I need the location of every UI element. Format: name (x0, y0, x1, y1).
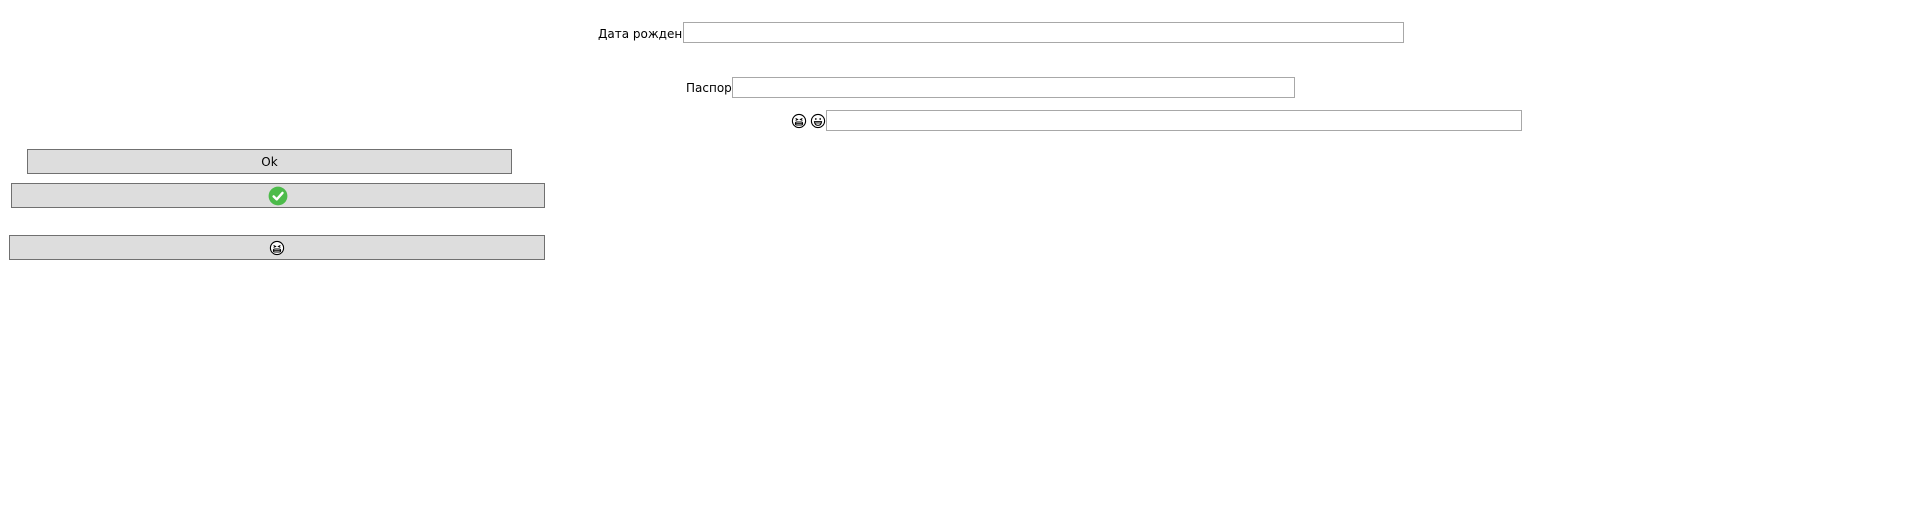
stressed-face-icon (269, 240, 285, 256)
confirm-button[interactable] (11, 183, 545, 208)
ok-button[interactable]: Ok (27, 149, 512, 174)
ok-button-label: Ok (261, 154, 278, 169)
green-checkmark-icon (268, 186, 288, 206)
grinning-face-icon (810, 113, 826, 129)
emoji-input[interactable] (826, 110, 1522, 131)
passport-label: Паспорт (686, 81, 739, 95)
passport-input[interactable] (732, 77, 1295, 98)
stressed-face-icon (791, 113, 807, 129)
emoji-button[interactable] (9, 235, 545, 260)
birth-date-input[interactable] (683, 22, 1404, 43)
